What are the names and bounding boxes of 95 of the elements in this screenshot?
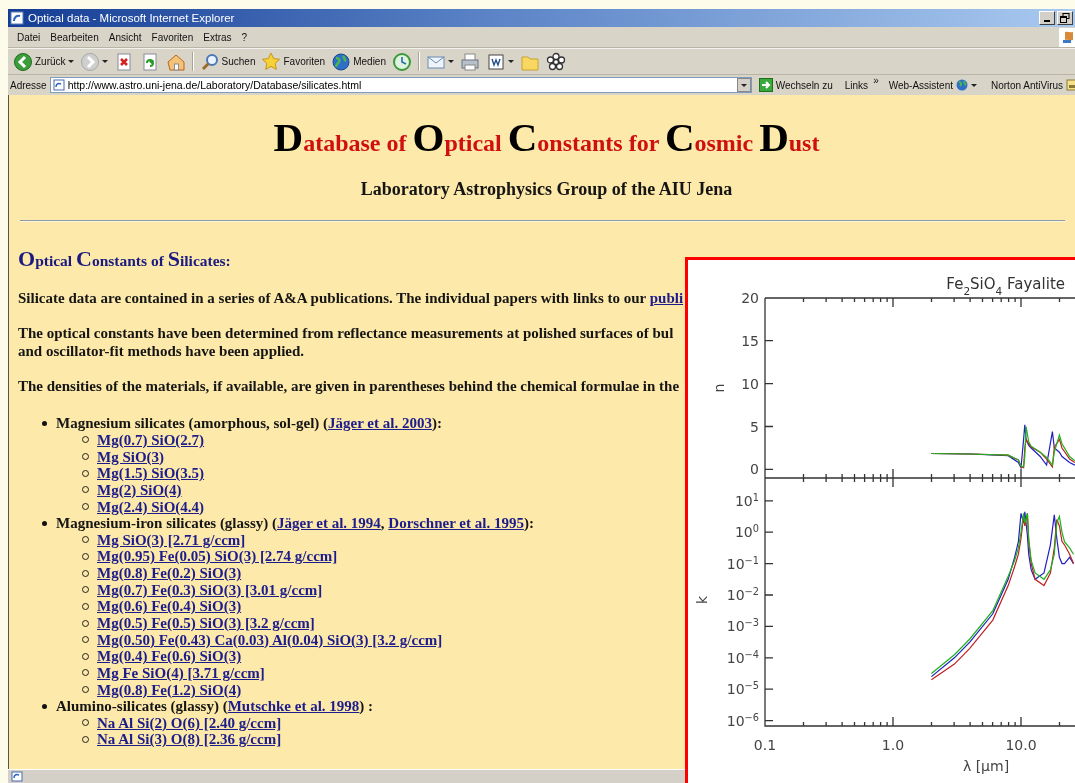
go-button[interactable]: Wechseln zu [754, 78, 837, 92]
list-heading: Magnesium-iron silicates (glassy) (Jäger et al. 1994, Dorschner et al. 1995): [56, 515, 534, 532]
caret-icon [508, 60, 514, 63]
data-link[interactable]: Mg(0.8) Fe(1.2) SiO(4) [97, 681, 242, 698]
dropdown-button[interactable] [736, 78, 751, 92]
section-heading: Optical Constants of Silicates: [18, 246, 232, 272]
tick-label: 10$^{−5}$ [726, 679, 759, 698]
tick-label: 0 [750, 461, 759, 478]
window-title: Optical data - Microsoft Internet Explorer [28, 12, 235, 24]
links-button[interactable]: Links [842, 79, 871, 91]
axis-label: k [694, 595, 710, 605]
media-button[interactable]: Medien [328, 50, 389, 73]
caret-icon [67, 60, 74, 63]
data-link[interactable]: Mg(0.95) Fe(0.05) SiO(3) [2.74 g/ccm] [97, 548, 338, 565]
tick-label: 10$^{0}$ [734, 522, 759, 541]
list-heading: Magnesium silicates (amorphous, sol-gel) (Jäger et al. 2003): [56, 415, 442, 432]
browser-icon [10, 11, 24, 25]
address-text: http://www.astro.uni-jena.de/Laboratory/Database/silicates.html [67, 79, 362, 91]
flower-icon [546, 51, 566, 72]
data-link[interactable]: Na Al Si(2) O(6) [2.40 g/ccm] [97, 714, 282, 731]
list-heading: Alumino-silicates (glassy) (Mutschke et al. 1998) : [56, 698, 374, 715]
data-link[interactable]: Mg(2) SiO(4) [97, 481, 182, 498]
tick-label: 0.1 [753, 737, 777, 753]
paragraph: The densities of the materials, if available, are given in parentheses behind the chemical formulae in the [18, 377, 680, 395]
data-link[interactable]: Mg(0.6) Fe(0.4) SiO(3) [97, 598, 242, 615]
axis-label: n [711, 383, 727, 393]
data-link[interactable]: Mg Fe SiO(4) [3.71 g/ccm] [97, 664, 265, 681]
data-link[interactable]: Mg(0.4) Fe(0.6) SiO(3) [97, 648, 242, 665]
data-link[interactable]: Mg(0.7) Fe(0.3) SiO(3) [3.01 g/ccm] [97, 581, 323, 598]
shield-icon [1066, 79, 1075, 91]
tick-label: 20 [741, 289, 759, 306]
tick-label: 10$^{1}$ [734, 491, 759, 509]
paragraph: Silicate data are contained in a series of A&A publications. The individual papers with links to our publi [18, 289, 684, 307]
tick-label: 1.0 [881, 737, 905, 753]
menu-item[interactable]: Extras [198, 31, 237, 43]
tick-label: 10$^{−3}$ [726, 616, 759, 635]
clock-icon [392, 51, 412, 72]
flag-icon [1061, 30, 1073, 44]
tick-label: 10 [741, 375, 759, 392]
axis-label: λ [μm] [962, 758, 1010, 774]
caret-icon [448, 60, 454, 63]
tick-label: 10$^{−4}$ [726, 648, 759, 666]
paragraph: The optical constants have been determined from reflectance measurements at polished surfaces of bul and oscillator-fit methods have been applied. [18, 324, 674, 360]
tick-label: 10$^{−6}$ [726, 711, 759, 729]
tick-label: 10$^{−2}$ [726, 585, 759, 603]
bullet-icon [42, 420, 47, 426]
globe-icon [331, 51, 352, 72]
data-link[interactable]: Mg(1.5) SiO(3.5) [97, 465, 205, 482]
link[interactable]: publi [649, 290, 684, 306]
star-icon [261, 51, 282, 72]
document-icon [486, 51, 506, 72]
data-link[interactable]: Na Al Si(3) O(8) [2.36 g/ccm] [97, 731, 282, 748]
data-link[interactable]: Mg SiO(3) [2.71 g/ccm] [97, 531, 246, 548]
caret-icon [740, 83, 747, 87]
page-icon [52, 79, 65, 91]
antivirus-button[interactable]: Norton AntiVirus [987, 79, 1075, 91]
data-link[interactable]: Mg(2.4) SiO(4.4) [97, 498, 205, 515]
menu-item[interactable]: Bearbeiten [45, 31, 104, 43]
data-link[interactable]: Mg(0.7) SiO(2.7) [97, 431, 205, 448]
page-title: Database of Optical Constants for Cosmic Dust [272, 113, 821, 161]
tick-label: 5 [750, 418, 759, 435]
restore-icon [1060, 13, 1070, 23]
right-arrow-icon [758, 78, 773, 92]
caret-icon [101, 60, 108, 63]
address-label: Adresse [10, 79, 47, 91]
restore-button[interactable] [1057, 11, 1073, 25]
link[interactable]: Jäger et al. 1994 [276, 515, 381, 532]
link[interactable]: Jäger et al. 2003 [328, 415, 432, 432]
tick-label: 10.0 [1005, 737, 1037, 753]
link[interactable]: Dorschner et al. 1995 [388, 515, 524, 532]
minimize-button[interactable] [1039, 11, 1055, 25]
search-icon [199, 51, 220, 72]
tick-label: 10$^{−1}$ [726, 554, 759, 572]
tick-label: 15 [741, 332, 759, 349]
data-link[interactable]: Mg SiO(3) [97, 448, 165, 465]
menu-item[interactable]: Favoriten [146, 31, 199, 43]
favorites-button[interactable]: Favoriten [258, 50, 329, 73]
bullet-icon [42, 703, 47, 709]
printer-icon [460, 51, 480, 72]
menu-item[interactable]: ? [236, 31, 253, 43]
menu-item[interactable]: Datei [12, 31, 46, 43]
search-button[interactable]: Suchen [196, 50, 259, 73]
data-link[interactable]: Mg(0.8) Fe(0.2) SiO(3) [97, 565, 242, 582]
bullet-icon [42, 520, 47, 526]
page-subtitle: Laboratory Astrophysics Group of the AIU Jena [359, 179, 734, 200]
globe-icon [956, 79, 968, 91]
chevron-button[interactable]: » [873, 75, 879, 86]
caret-icon [971, 83, 977, 87]
chart-title: Fe$_{2}$SiO$_{4}$ Fayalite [946, 275, 1065, 297]
data-link[interactable]: Mg(0.5) Fe(0.5) SiO(3) [3.2 g/ccm] [97, 615, 315, 631]
back-button[interactable]: Zurück [10, 50, 77, 73]
address-field[interactable]: http://www.astro.uni-jena.de/Laboratory/Database/silicates.html [49, 77, 752, 93]
data-link[interactable]: Mg(0.50) Fe(0.43) Ca(0.03) Al(0.04) SiO(3) [3.2 g/ccm] [97, 631, 443, 648]
assistant-button[interactable]: Web-Assistent [884, 79, 981, 91]
menu-item[interactable]: Ansicht [103, 31, 147, 43]
